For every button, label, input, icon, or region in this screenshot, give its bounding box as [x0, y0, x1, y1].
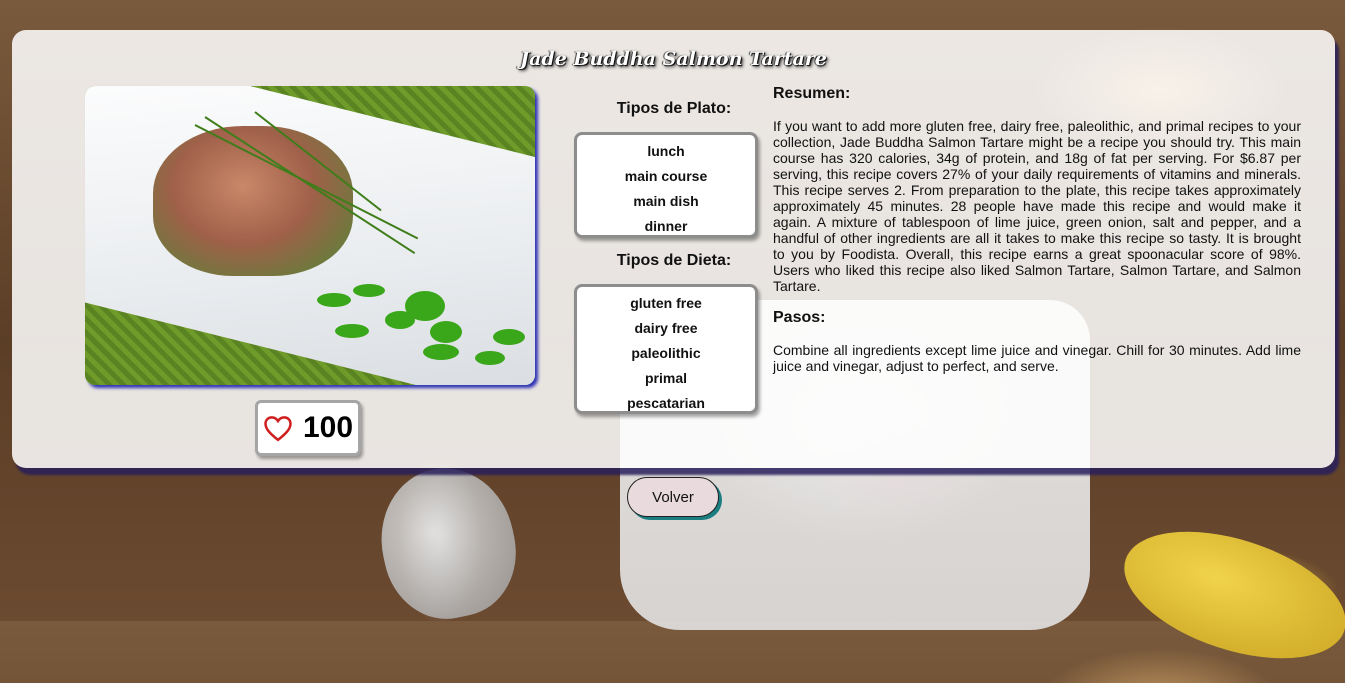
heart-outline-icon[interactable]	[263, 414, 293, 442]
likes-counter[interactable]: 100	[255, 400, 361, 456]
dish-types-label: Tipos de Plato:	[616, 100, 732, 117]
dish-types-list: lunch main course main dish dinner	[574, 132, 758, 238]
diet-types-list: gluten free dairy free paleolithic prima…	[574, 284, 758, 414]
dish-type-item: lunch	[647, 143, 685, 159]
recipe-image	[85, 86, 535, 385]
recipe-title: Jade Buddha Salmon Tartare	[520, 48, 827, 70]
summary-heading: Resumen:	[773, 85, 851, 102]
diet-type-item: paleolithic	[631, 345, 701, 361]
back-button[interactable]: Volver	[627, 477, 719, 517]
recipe-detail-card: Jade Buddha Salmon Tartare 100 Tipos de …	[12, 30, 1335, 468]
diet-types-label: Tipos de Dieta:	[616, 252, 732, 269]
diet-type-item: primal	[644, 370, 687, 386]
diet-type-item: dairy free	[634, 320, 698, 336]
diet-type-item: pescatarian	[627, 395, 705, 411]
dish-type-item: dinner	[644, 218, 688, 234]
recipe-text: Resumen: If you want to add more gluten …	[773, 85, 1301, 374]
likes-count: 100	[302, 411, 354, 444]
diet-type-item: gluten free	[630, 295, 702, 311]
steps-text: Combine all ingredients except lime juic…	[773, 342, 1301, 374]
dish-type-item: main dish	[633, 193, 699, 209]
steps-heading: Pasos:	[773, 309, 826, 326]
dish-type-item: main course	[624, 168, 708, 184]
summary-text: If you want to add more gluten free, dai…	[773, 118, 1301, 294]
background-lemon	[1108, 507, 1345, 683]
background-spoon	[367, 455, 529, 631]
